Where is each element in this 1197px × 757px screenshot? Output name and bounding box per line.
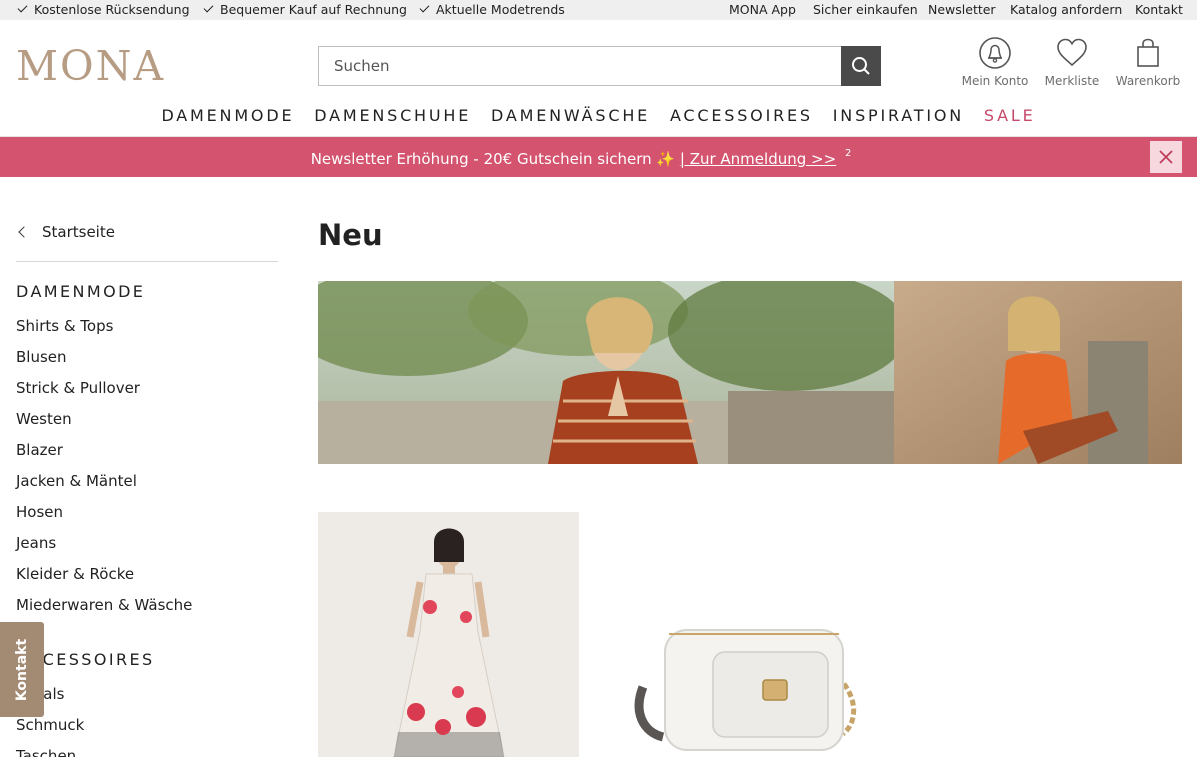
check-icon: [203, 2, 214, 13]
nav-item-damenschuhe[interactable]: DAMENSCHUHE: [314, 106, 471, 125]
back-link[interactable]: Startseite: [16, 223, 115, 241]
check-icon: [419, 2, 430, 13]
dress-photo: [318, 512, 579, 757]
search-bar: [318, 46, 881, 86]
promo-close-button[interactable]: [1150, 141, 1182, 173]
check-icon: [17, 2, 28, 13]
product-tile-image[interactable]: [603, 512, 883, 757]
back-link-label: Startseite: [42, 223, 115, 241]
toplink-kontakt[interactable]: Kontakt: [1135, 2, 1183, 17]
sidebar-item[interactable]: Strick & Pullover: [16, 378, 192, 409]
promo-text-row: Newsletter Erhöhung - 20€ Gutschein sich…: [0, 148, 1162, 168]
hero-banner-image[interactable]: [318, 281, 1182, 464]
kontakt-side-tab[interactable]: Kontakt: [0, 622, 44, 717]
hero-photo: [318, 281, 1182, 464]
nav-item-damenwaesche[interactable]: DAMENWÄSCHE: [491, 106, 650, 125]
sidebar-item[interactable]: Jeans: [16, 533, 192, 564]
usp-item: Bequemer Kauf auf Rechnung: [202, 2, 407, 17]
promo-signup-link[interactable]: | Zur Anmeldung >>: [680, 150, 836, 168]
account-label: Mein Konto: [961, 74, 1029, 88]
promo-footnote: 2: [844, 148, 852, 159]
nav-item-sale[interactable]: SALE: [984, 106, 1036, 125]
usp-item: Aktuelle Modetrends: [418, 2, 565, 17]
sparkle-icon: ✨: [656, 150, 676, 168]
toplink-mona-app[interactable]: MONA App: [729, 2, 796, 17]
shopping-bag-icon: [1137, 38, 1159, 67]
wishlist-label: Merkliste: [1044, 74, 1100, 88]
sidebar-item[interactable]: Miederwaren & Wäsche: [16, 595, 192, 626]
close-icon: [1159, 150, 1173, 164]
wishlist-button[interactable]: Merkliste: [1033, 36, 1111, 88]
account-button[interactable]: Mein Konto: [956, 36, 1034, 88]
handbag-photo: [603, 512, 883, 757]
toplink-newsletter[interactable]: Newsletter: [928, 2, 996, 17]
promo-banner: Newsletter Erhöhung - 20€ Gutschein sich…: [0, 137, 1197, 177]
sidebar-item[interactable]: Taschen: [16, 746, 84, 757]
product-tile-image[interactable]: [318, 512, 579, 757]
logo[interactable]: MONA: [16, 44, 165, 88]
toplink-katalog-anfordern[interactable]: Katalog anfordern: [1010, 2, 1122, 17]
usp-item: Kostenlose Rücksendung: [16, 2, 190, 17]
top-usp-bar: Kostenlose Rücksendung Bequemer Kauf auf…: [0, 0, 1197, 20]
sidebar-section-title[interactable]: DAMENMODE: [16, 282, 145, 301]
sidebar-item[interactable]: Blazer: [16, 440, 192, 471]
search-input[interactable]: [319, 47, 842, 85]
sidebar-divider: [16, 261, 278, 262]
cart-label: Warenkorb: [1115, 74, 1181, 88]
search-icon: [852, 57, 870, 75]
sidebar-item[interactable]: Blusen: [16, 347, 192, 378]
page-title: Neu: [318, 218, 383, 252]
search-button[interactable]: [841, 46, 881, 86]
nav-item-accessoires[interactable]: ACCESSOIRES: [670, 106, 813, 125]
sidebar-item[interactable]: Westen: [16, 409, 192, 440]
sidebar-item[interactable]: Hosen: [16, 502, 192, 533]
chevron-left-icon: [18, 226, 30, 238]
heart-icon: [1057, 38, 1087, 67]
sidebar-item[interactable]: Shirts & Tops: [16, 316, 192, 347]
account-icon: [979, 37, 1011, 69]
toplink-sicher-einkaufen[interactable]: Sicher einkaufen: [813, 2, 918, 17]
nav-item-damenmode[interactable]: DAMENMODE: [161, 106, 294, 125]
sidebar-item[interactable]: Jacken & Mäntel: [16, 471, 192, 502]
nav-item-inspiration[interactable]: INSPIRATION: [833, 106, 964, 125]
main-nav: DAMENMODE DAMENSCHUHE DAMENWÄSCHE ACCESS…: [0, 106, 1197, 125]
kontakt-tab-label: Kontakt: [14, 638, 30, 701]
sidebar-item[interactable]: Kleider & Röcke: [16, 564, 192, 595]
sidebar-item[interactable]: Schmuck: [16, 715, 84, 746]
promo-text: Newsletter Erhöhung - 20€ Gutschein sich…: [310, 150, 652, 168]
sidebar-list: Shirts & Tops Blusen Strick & Pullover W…: [16, 316, 192, 626]
cart-button[interactable]: Warenkorb: [1109, 36, 1187, 88]
